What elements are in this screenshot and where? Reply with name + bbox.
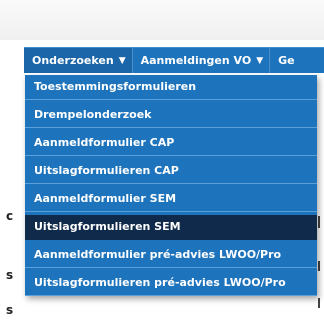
background-text-fragment: s [6, 268, 14, 282]
background-text-fragment [318, 261, 320, 271]
menu-item-uitslagformulieren-pre-advies[interactable]: Uitslagformulieren pré-advies LWOO/Pro [25, 271, 317, 296]
nav-onderzoeken[interactable]: Onderzoeken ▼ [24, 48, 133, 74]
menu-item-drempelonderzoek[interactable]: Drempelonderzoek [25, 103, 317, 128]
background-text-fragment: s [6, 303, 14, 317]
nav-item-truncated-label: Ge [278, 54, 295, 67]
background-text-fragment: c [6, 209, 14, 223]
nav-item-truncated[interactable]: Ge [270, 48, 295, 74]
chevron-down-icon: ▼ [256, 56, 264, 66]
nav-aanmeldingen-vo-label: Aanmeldingen VO [140, 54, 252, 67]
menu-item-aanmeldformulier-sem[interactable]: Aanmeldformulier SEM [25, 187, 317, 212]
menu-item-uitslagformulieren-sem[interactable]: Uitslagformulieren SEM [25, 215, 317, 240]
menu-item-uitslagformulieren-cap[interactable]: Uitslagformulieren CAP [25, 159, 317, 184]
main-navbar: Onderzoeken ▼ Aanmeldingen VO ▼ Ge [24, 47, 324, 74]
menu-item-aanmeldformulier-cap[interactable]: Aanmeldformulier CAP [25, 131, 317, 156]
menu-item-toestemmingsformulieren[interactable]: Toestemmingsformulieren [25, 75, 317, 100]
chevron-down-icon: ▼ [118, 56, 126, 66]
background-text-fragment [318, 216, 320, 228]
nav-aanmeldingen-vo[interactable]: Aanmeldingen VO ▼ [133, 48, 271, 74]
background-text-fragment [318, 298, 320, 308]
onderzoeken-dropdown-menu: Toestemmingsformulieren Drempelonderzoek… [25, 75, 317, 296]
nav-onderzoeken-label: Onderzoeken [32, 54, 114, 67]
menu-item-aanmeldformulier-pre-advies[interactable]: Aanmeldformulier pré-advies LWOO/Pro [25, 243, 317, 268]
browser-top-area [0, 0, 324, 40]
